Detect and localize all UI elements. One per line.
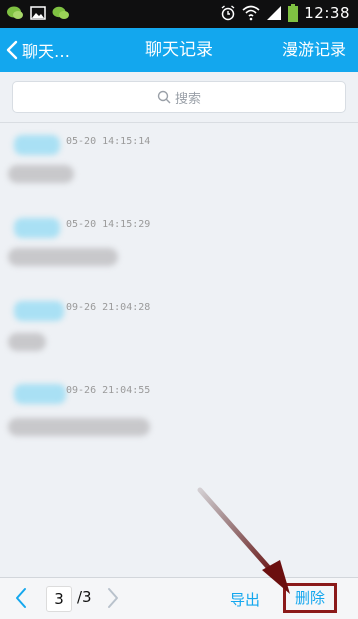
message-time: 05-20 14:15:14 <box>66 136 151 147</box>
message-content-blurred <box>8 418 150 436</box>
status-right-icons: 12:38 <box>220 4 350 22</box>
search-placeholder: 搜索 <box>174 91 201 107</box>
delete-label: 删除 <box>294 589 325 607</box>
wifi-icon <box>242 5 260 21</box>
battery-icon <box>288 4 299 22</box>
image-icon <box>30 6 46 20</box>
sender-name-blurred <box>14 218 60 238</box>
message-content-blurred <box>8 248 118 266</box>
search-input[interactable]: 搜索 <box>12 81 346 113</box>
message-time: 05-20 14:15:29 <box>66 219 151 230</box>
export-button[interactable]: 导出 <box>230 589 260 610</box>
next-page-button[interactable] <box>106 587 120 609</box>
wechat-like-icon <box>7 6 23 19</box>
alarm-icon <box>221 5 235 21</box>
message-content-blurred <box>8 333 46 351</box>
status-time: 12:38 <box>304 4 350 22</box>
chevron-left-icon <box>6 40 18 60</box>
status-bar: 12:38 <box>0 0 358 28</box>
page-title: 聊天记录 <box>145 40 213 60</box>
nav-bar: 聊天… 聊天记录 漫游记录 <box>0 28 358 72</box>
roaming-records-link[interactable]: 漫游记录 <box>282 28 346 72</box>
message-time: 09-26 21:04:55 <box>66 385 151 396</box>
search-area: 搜索 <box>0 72 358 122</box>
sender-name-blurred <box>14 301 64 321</box>
back-button[interactable]: 聊天… <box>6 28 70 72</box>
message-content-blurred <box>8 165 74 183</box>
previous-page-button[interactable] <box>14 587 28 609</box>
delete-button[interactable]: 删除 <box>283 583 337 613</box>
bottom-toolbar: 3 /3 导出 删除 <box>0 577 358 619</box>
sender-name-blurred <box>14 384 66 404</box>
search-icon <box>157 90 171 104</box>
page-total: /3 <box>77 588 92 606</box>
message-time: 09-26 21:04:28 <box>66 302 151 313</box>
wechat-icon <box>52 6 69 19</box>
page-number-input[interactable]: 3 <box>46 586 72 612</box>
signal-icon <box>267 6 282 20</box>
sender-name-blurred <box>14 135 60 155</box>
back-label: 聊天… <box>22 42 71 61</box>
status-left-icons <box>6 5 70 21</box>
message-list[interactable]: 05-20 14:15:14 05-20 14:15:29 09-26 21:0… <box>0 123 358 577</box>
